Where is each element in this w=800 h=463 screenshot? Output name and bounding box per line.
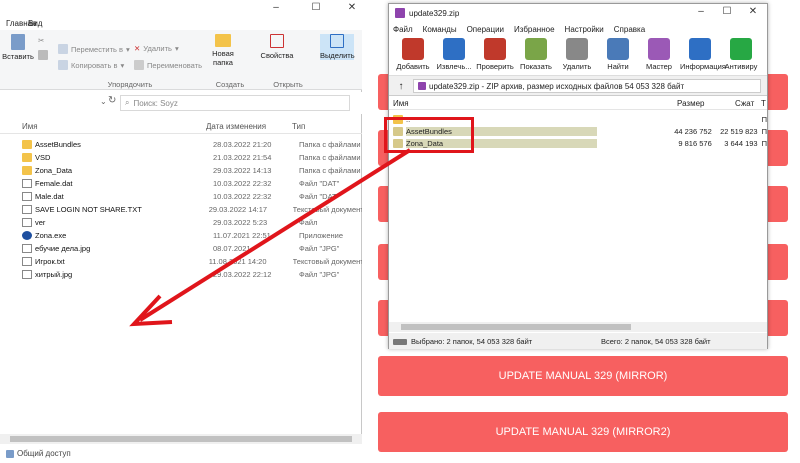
annotation-arrow (129, 148, 412, 327)
arrow-line (138, 148, 412, 322)
